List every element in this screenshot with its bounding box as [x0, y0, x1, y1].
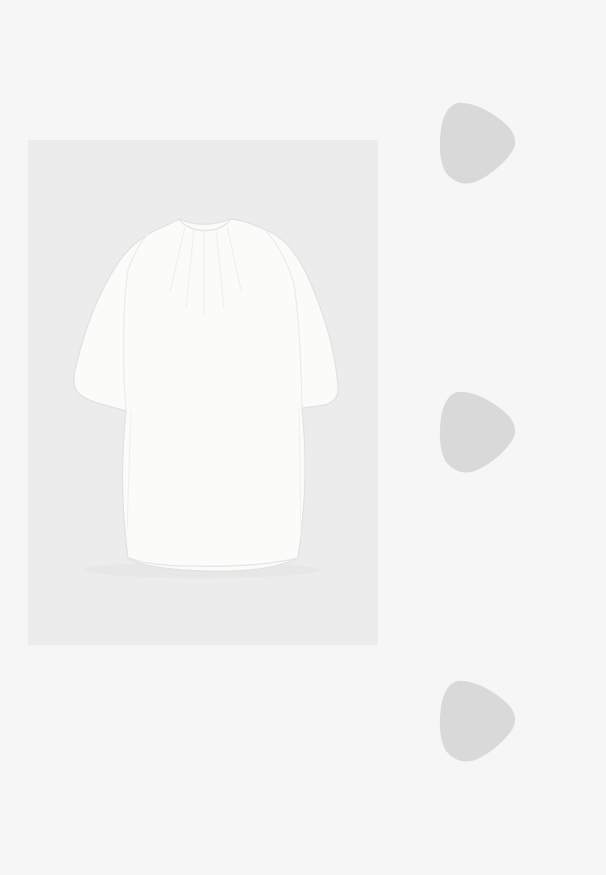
image-placeholder-icon[interactable]: [432, 676, 524, 768]
product-image-panel[interactable]: [28, 140, 378, 645]
product-photo: [28, 140, 378, 645]
image-placeholder-icon[interactable]: [432, 387, 524, 479]
image-placeholder-icon[interactable]: [432, 98, 524, 190]
